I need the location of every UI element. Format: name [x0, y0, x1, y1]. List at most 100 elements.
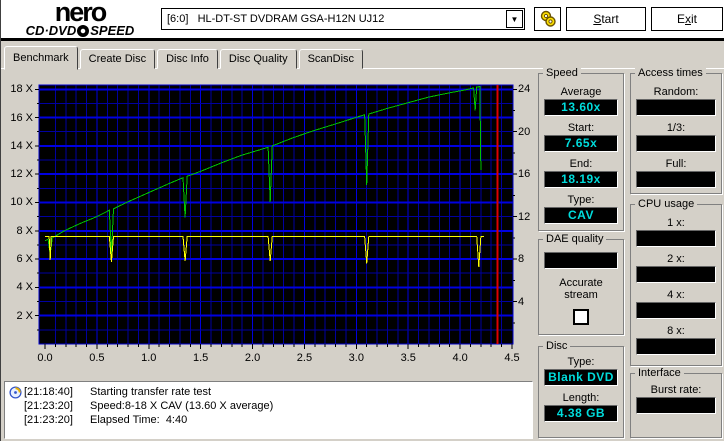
log-entry-icon — [9, 386, 22, 399]
accurate-stream-checkbox[interactable] — [573, 309, 589, 325]
log-entry: [21:18:40] Starting transfer rate test — [5, 386, 532, 400]
disc-type-value: Blank DVD — [544, 369, 618, 386]
speed-average-value: 13.60x — [544, 99, 618, 116]
axis-tick-label: 16 X — [10, 111, 33, 124]
axis-tick-label: 6 X — [16, 253, 33, 266]
access-times-panel: Access times Random: 1/3: Full: — [630, 67, 722, 194]
speed-settings-button[interactable] — [534, 7, 561, 31]
access-times-panel-title: Access times — [635, 67, 706, 79]
benchmark-page: 2 X 4 X 6 X 8 X 10 X 12 X 14 X 16 X 18 X 4 8 12 16 20… — [1, 67, 724, 441]
log-time: [21:18:40] — [24, 386, 73, 398]
tab-create-disc[interactable]: Create Disc — [79, 49, 156, 69]
exit-button[interactable]: Exit — [651, 7, 723, 31]
access-onethird-label: 1/3: — [666, 122, 686, 134]
access-random-value — [636, 99, 716, 116]
access-random-label: Random: — [653, 86, 699, 98]
cpu-4x-label: 4 x: — [667, 289, 685, 301]
axis-tick-label: 4 X — [16, 281, 33, 294]
axis-tick-label: 4.0 — [452, 352, 468, 364]
axis-tick-label: 8 — [518, 253, 525, 266]
log-list: [21:18:40] Starting transfer rate test [… — [4, 381, 533, 439]
tab-benchmark[interactable]: Benchmark — [4, 46, 78, 70]
speed-start-value: 7.65x — [544, 135, 618, 152]
cpu-1x-label: 1 x: — [667, 217, 685, 229]
axis-tick-label: 0.0 — [37, 352, 53, 364]
dae-quality-value — [544, 252, 618, 269]
axis-tick-label: 4 — [518, 295, 525, 308]
cpu-usage-panel-title: CPU usage — [635, 198, 698, 210]
axis-tick-label: 16 — [518, 168, 531, 181]
log-message: Elapsed Time: 4:40 — [90, 414, 188, 426]
speed-end-value: 18.19x — [544, 171, 618, 188]
access-full-label: Full: — [665, 158, 687, 170]
nero-logo: nero CD·DVD SPEED — [5, 0, 155, 37]
start-button[interactable]: Start — [566, 7, 646, 31]
cpu-1x-value — [636, 230, 716, 247]
axis-tick-label: 14 X — [10, 139, 33, 152]
log-time: [21:23:20] — [24, 414, 73, 426]
log-message: Speed:8-18 X CAV (13.60 X average) — [90, 400, 274, 412]
axis-tick-label: 4.5 — [504, 352, 520, 364]
axis-tick-label: 3.0 — [348, 352, 364, 364]
axis-tick-label: 3.5 — [400, 352, 416, 364]
log-time: [21:23:20] — [24, 400, 73, 412]
cpu-4x-value — [636, 302, 716, 319]
axis-tick-label: 12 X — [10, 168, 33, 181]
axis-tick-label: 18 X — [10, 83, 33, 96]
speed-average-label: Average — [560, 86, 602, 98]
speed-panel: Speed Average 13.60x Start: 7.65x End: 1… — [538, 67, 624, 231]
interface-panel: Interface Burst rate: — [630, 367, 722, 438]
log-entry: [21:23:20] Elapsed Time: 4:40 — [5, 414, 532, 428]
drive-select-value: [6:0] HL-DT-ST DVDRAM GSA-H12N UJ12 — [167, 13, 385, 25]
speed-end-label: End: — [569, 158, 593, 170]
speed-start-label: Start: — [567, 122, 595, 134]
brand-product-right: SPEED — [90, 23, 135, 38]
axis-tick-label: 10 X — [10, 196, 33, 209]
drive-select-dropdown[interactable]: [6:0] HL-DT-ST DVDRAM GSA-H12N UJ12 ▼ — [161, 8, 525, 30]
disc-length-value: 4.38 GB — [544, 405, 618, 422]
tab-bar: Benchmark Create Disc Disc Info Disc Qua… — [4, 45, 365, 70]
speed-type-label: Type: — [567, 194, 595, 206]
tab-disc-quality[interactable]: Disc Quality — [219, 49, 297, 69]
accurate-stream-label: Accurate stream — [559, 277, 603, 301]
speed-panel-title: Speed — [543, 67, 581, 79]
log-message: Starting transfer rate test — [90, 386, 212, 398]
axis-tick-label: 24 — [518, 83, 531, 96]
tab-scandisc[interactable]: ScanDisc — [298, 49, 364, 69]
dropdown-arrow-icon[interactable]: ▼ — [506, 10, 523, 28]
axis-tick-label: 20 — [518, 125, 531, 138]
toolbar: nero CD·DVD SPEED [6:0] HL-DT-ST DVDRAM … — [1, 0, 724, 41]
axis-tick-label: 0.5 — [89, 352, 105, 364]
cpu-2x-value — [636, 266, 716, 283]
brand-product-left: CD·DVD — [25, 23, 77, 38]
cpu-2x-label: 2 x: — [667, 253, 685, 265]
axis-tick-label: 1.0 — [141, 352, 157, 364]
disc-type-label: Type: — [567, 356, 595, 368]
axis-tick-label: 1.5 — [193, 352, 209, 364]
disc-panel: Disc Type: Blank DVD Length: 4.38 GB — [538, 340, 624, 438]
tab-disc-info[interactable]: Disc Info — [157, 49, 218, 69]
benchmark-chart: 2 X 4 X 6 X 8 X 10 X 12 X 14 X 16 X 18 X 4 8 12 16 20… — [1, 73, 537, 373]
speed-discs-icon — [540, 10, 556, 27]
cpu-8x-value — [636, 338, 716, 355]
axis-tick-label: 2.0 — [244, 352, 261, 364]
cpu-usage-panel: CPU usage 1 x: 2 x: 4 x: 8 x: — [630, 198, 722, 366]
access-onethird-value — [636, 135, 716, 152]
brand-name: nero — [54, 0, 108, 27]
axis-tick-label: 8 X — [16, 224, 33, 237]
interface-panel-title: Interface — [635, 367, 684, 379]
burst-rate-label: Burst rate: — [650, 384, 702, 396]
app-window: nero CD·DVD SPEED [6:0] HL-DT-ST DVDRAM … — [0, 0, 724, 441]
cpu-8x-label: 8 x: — [667, 325, 685, 337]
disc-panel-title: Disc — [543, 340, 571, 352]
dae-quality-panel-title: DAE quality — [543, 233, 607, 245]
axis-tick-label: 12 — [518, 210, 531, 223]
burst-rate-value — [636, 397, 716, 414]
axis-tick-label: 2.5 — [296, 352, 313, 364]
disc-length-label: Length: — [562, 392, 600, 404]
dae-quality-panel: DAE quality Accurate stream — [538, 233, 624, 335]
access-full-value — [636, 171, 716, 188]
log-entry: [21:23:20] Speed:8-18 X CAV (13.60 X ave… — [5, 400, 532, 414]
disc-logo-icon — [77, 25, 90, 37]
speed-type-value: CAV — [544, 207, 618, 224]
